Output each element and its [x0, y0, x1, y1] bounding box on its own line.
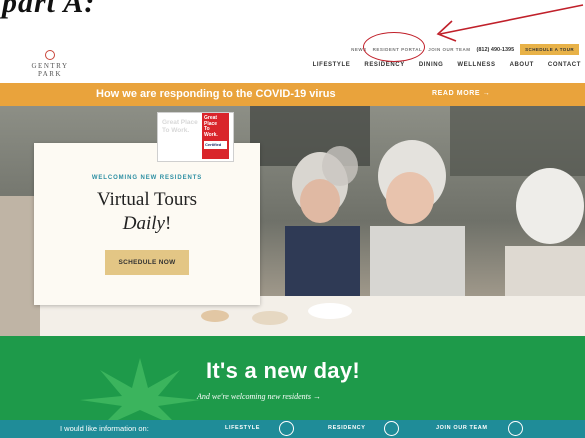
card-kicker: WELCOMING NEW RESIDENTS [91, 175, 203, 181]
annotation-highlight-circle [363, 32, 425, 62]
badge-certified: Certified [204, 141, 227, 149]
info-request-bar: I would like information on: LIFESTYLE R… [0, 420, 585, 438]
covid-banner[interactable]: How we are responding to the COVID-19 vi… [0, 83, 585, 106]
schedule-tour-button[interactable]: SCHEDULE A TOUR [520, 44, 579, 55]
hero-section: WELCOMING NEW RESIDENTS Virtual Tours Da… [0, 106, 585, 336]
site-logo[interactable]: GENTRY PARK [20, 50, 80, 78]
info-option-join-team[interactable]: JOIN OUR TEAM [436, 425, 488, 431]
info-request-label: I would like information on: [60, 424, 149, 433]
badge-certification: Great Place To Work. Certified [202, 113, 229, 159]
annotation-label: part A: [2, 0, 96, 19]
residency-icon[interactable] [384, 421, 399, 436]
schedule-now-button[interactable]: SCHEDULE NOW [105, 250, 189, 275]
card-title: Virtual Tours [96, 189, 198, 210]
logo-icon [45, 50, 55, 60]
info-option-lifestyle[interactable]: LIFESTYLE [225, 425, 260, 431]
nav-dining[interactable]: DINING [419, 62, 444, 68]
nav-about[interactable]: ABOUT [510, 62, 534, 68]
covid-banner-text: How we are responding to the COVID-19 vi… [96, 88, 336, 100]
virtual-tours-card: WELCOMING NEW RESIDENTS Virtual Tours Da… [34, 143, 260, 305]
site-header: GENTRY PARK NEWS RESIDENT PORTAL JOIN OU… [0, 42, 585, 82]
card-subtitle-bang: ! [164, 213, 172, 234]
badge-line-4: Work. [204, 131, 218, 138]
phone-number[interactable]: (812) 490-1395 [477, 47, 515, 53]
card-subtitle-text: Daily [122, 213, 165, 234]
nav-lifestyle[interactable]: LIFESTYLE [313, 62, 351, 68]
join-team-icon[interactable] [508, 421, 523, 436]
nav-wellness[interactable]: WELLNESS [457, 62, 495, 68]
info-option-residency[interactable]: RESIDENCY [328, 425, 366, 431]
nav-contact[interactable]: CONTACT [548, 62, 581, 68]
logo-text: GENTRY PARK [31, 62, 69, 78]
main-nav: LIFESTYLE RESIDENCY DINING WELLNESS ABOU… [313, 62, 581, 68]
badge-ghost-text: Great Place To Work. [162, 119, 198, 134]
join-our-team-link[interactable]: JOIN OUR TEAM [428, 47, 470, 52]
new-day-title: It's a new day! [206, 358, 360, 383]
card-subtitle: Daily! [34, 213, 260, 235]
nav-residency[interactable]: RESIDENCY [364, 62, 404, 68]
lifestyle-icon[interactable] [279, 421, 294, 436]
new-day-section: It's a new day! And we're welcoming new … [0, 336, 585, 420]
new-day-subtitle-link[interactable]: And we're welcoming new residents → [197, 392, 321, 401]
read-more-link[interactable]: READ MORE → [432, 90, 490, 97]
great-place-to-work-badge[interactable]: Great Place To Work. Great Place To Work… [157, 112, 234, 162]
